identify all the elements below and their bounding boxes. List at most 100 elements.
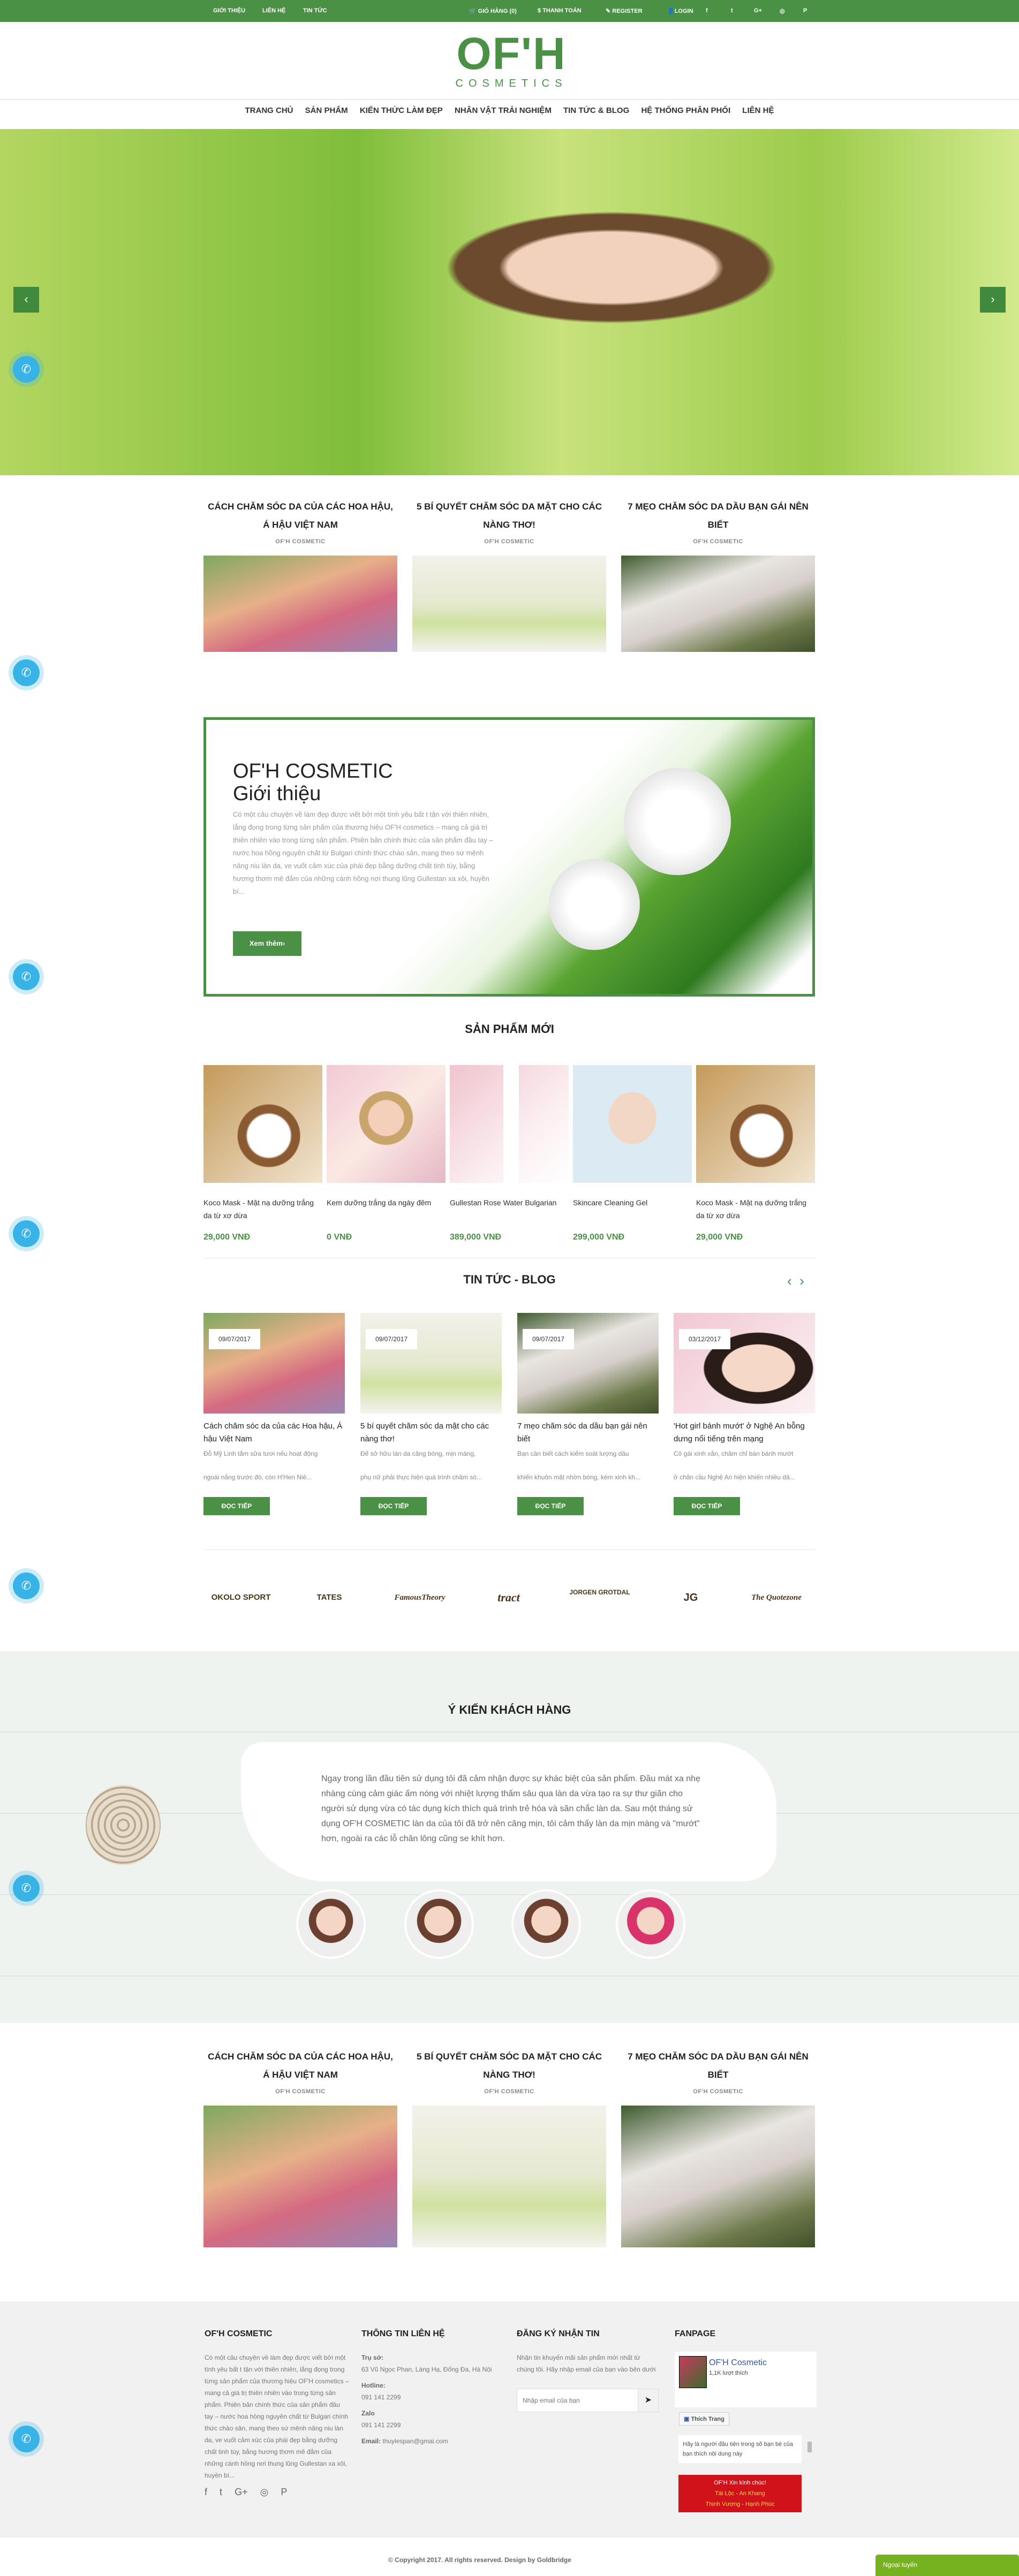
nav-experience[interactable]: NHÂN VẬT TRẢI NGHIỆM [455, 106, 552, 115]
google-plus-icon[interactable]: G+ [235, 2487, 248, 2497]
post-image[interactable] [621, 556, 815, 652]
post-image[interactable] [203, 556, 397, 652]
blog-image[interactable]: 09/07/2017 [203, 1313, 345, 1414]
product-image[interactable] [696, 1065, 815, 1183]
blog-card[interactable]: 09/07/2017 Cách chăm sóc da của các Hoa … [203, 1313, 345, 1515]
copyright: © Copyright 2017. All rights reserved. D… [388, 2556, 571, 2564]
phone-call-button[interactable]: ✆ [13, 2426, 40, 2452]
product-card[interactable]: Skincare Cleaning Gel 299,000 VNĐ [573, 1065, 692, 1242]
product-card[interactable]: Koco Mask - Mặt nạ dưỡng trắng da từ xơ … [696, 1065, 815, 1242]
customer-avatar[interactable] [404, 1889, 474, 1959]
featured-post[interactable]: 5 BÍ QUYẾT CHĂM SÓC DA MẶT CHO CÁC NÀNG … [412, 498, 606, 652]
phone-call-button[interactable]: ✆ [13, 1875, 40, 1902]
top-link-contact[interactable]: LIÊN HỆ [262, 7, 285, 14]
phone-call-button[interactable]: ✆ [13, 1572, 40, 1599]
customer-avatar[interactable] [511, 1889, 581, 1959]
phone-call-button[interactable]: ✆ [13, 356, 40, 383]
slider-prev-button[interactable]: ‹ [13, 287, 39, 313]
brand-logo[interactable]: JG [659, 1579, 723, 1616]
testimonial-card: Ngay trong lần đầu tiên sử dụng tôi đã c… [241, 1742, 776, 1881]
facebook-icon[interactable]: f [205, 2487, 207, 2497]
brand-logo[interactable]: The Quotezone [744, 1579, 809, 1616]
post-image[interactable] [412, 2106, 606, 2247]
top-link-about[interactable]: GIỚI THIỆU [213, 7, 245, 14]
register-link[interactable]: ✎ REGISTER [606, 7, 643, 14]
blog-date: 09/07/2017 [209, 1329, 261, 1349]
hero-slider: ‹ › [0, 129, 1019, 475]
phone-call-button[interactable]: ✆ [13, 1220, 40, 1247]
brand-logo[interactable]: OKOLO SPORT [209, 1579, 273, 1616]
cart-link[interactable]: 🛒 GIỎ HÀNG (0) [469, 7, 517, 14]
product-image[interactable] [327, 1065, 446, 1183]
send-icon[interactable]: ➤ [638, 2389, 658, 2412]
post-image[interactable] [412, 556, 606, 652]
facebook-icon[interactable]: f [706, 7, 708, 14]
blog-card[interactable]: 09/07/2017 7 mẹo chăm sóc da dầu bạn gái… [517, 1313, 659, 1515]
blog-card[interactable]: 03/12/2017 'Hot girl bánh mướt' ở Nghệ A… [674, 1313, 815, 1515]
nav-distribution[interactable]: HỆ THỐNG PHÂN PHỐI [641, 106, 730, 115]
blog-image[interactable]: 03/12/2017 [674, 1313, 815, 1414]
instagram-icon[interactable]: ◎ [260, 2487, 269, 2497]
brand-logo[interactable]: JORGEN GROTDAL [568, 1579, 632, 1616]
top-link-news[interactable]: TIN TỨC [303, 7, 327, 14]
customer-avatar[interactable] [616, 1889, 685, 1959]
blog-next-button[interactable]: › [799, 1273, 804, 1289]
blog-card[interactable]: 09/07/2017 5 bí quyết chăm sóc da mặt ch… [360, 1313, 502, 1515]
blog-title: TIN TỨC - BLOG [463, 1273, 556, 1286]
google-plus-icon[interactable]: G+ [754, 7, 762, 14]
product-image[interactable] [450, 1065, 569, 1183]
brand-logo[interactable]: TATES [297, 1579, 361, 1616]
customer-avatar[interactable] [296, 1889, 366, 1959]
instagram-icon[interactable]: ◎ [780, 7, 785, 14]
scrollbar[interactable] [807, 2442, 812, 2452]
featured-post[interactable]: CÁCH CHĂM SÓC DA CỦA CÁC HOA HẬU, Á HẬU … [203, 2048, 397, 2247]
product-card[interactable]: Kem dưỡng trắng da ngày đêm 0 VNĐ [327, 1065, 446, 1242]
read-more-button[interactable]: ĐỌC TIẾP [360, 1497, 427, 1515]
post-image[interactable] [203, 2106, 397, 2247]
twitter-icon[interactable]: t [731, 7, 733, 14]
slider-next-button[interactable]: › [980, 287, 1006, 313]
blog-image[interactable]: 09/07/2017 [360, 1313, 502, 1414]
nav-products[interactable]: SẢN PHẨM [305, 106, 348, 115]
fanpage-post-banner[interactable]: OF'H Xin kính chúc! Tài Lộc - An Khang Thị… [678, 2475, 802, 2512]
phone-call-button[interactable]: ✆ [13, 963, 40, 990]
footer-fanpage: FANPAGE OF'H Cosmetic 1,1K lượt thích ▣ … [675, 2329, 817, 2512]
pinterest-icon[interactable]: P [803, 7, 807, 14]
featured-post[interactable]: 7 MẸO CHĂM SÓC DA DẦU BẠN GÁI NÊN BIẾT OF… [621, 498, 815, 652]
intro-title: OF'H COSMETIC Giới thiệu [233, 760, 393, 805]
post-image[interactable] [621, 2106, 815, 2247]
featured-post[interactable]: 5 BÍ QUYẾT CHĂM SÓC DA MẶT CHO CÁC NÀNG … [412, 2048, 606, 2247]
brand-logo[interactable]: FamousTheory [388, 1579, 452, 1616]
product-image[interactable] [573, 1065, 692, 1183]
twitter-icon[interactable]: t [220, 2487, 222, 2497]
phone-call-button[interactable]: ✆ [13, 659, 40, 686]
product-card[interactable]: Koco Mask - Mặt nạ dưỡng trắng da từ xơ … [203, 1065, 322, 1242]
email-input[interactable] [517, 2389, 638, 2412]
chat-widget[interactable]: Ngoại tuyến [875, 2555, 1019, 2576]
product-card[interactable]: Gullestan Rose Water Bulgarian 389,000 VN… [450, 1065, 569, 1242]
product-image[interactable] [203, 1065, 322, 1183]
read-more-button[interactable]: ĐỌC TIẾP [517, 1497, 584, 1515]
nav-contact[interactable]: LIÊN HỆ [742, 106, 774, 115]
nav-news-blog[interactable]: TIN TỨC & BLOG [563, 106, 629, 115]
like-page-button[interactable]: ▣ Thích Trang [679, 2412, 729, 2426]
intro-box: OF'H COSMETIC Giới thiệu Có một câu chuyệ… [203, 717, 815, 997]
featured-post[interactable]: 7 MẸO CHĂM SÓC DA DẦU BẠN GÁI NÊN BIẾT OF… [621, 2048, 815, 2247]
checkout-link[interactable]: $ THANH TOÁN [538, 7, 582, 14]
nav-beauty-knowledge[interactable]: KIẾN THỨC LÀM ĐẸP [360, 106, 443, 115]
login-link[interactable]: 👤LOGIN [667, 7, 693, 14]
facebook-widget[interactable]: OF'H Cosmetic 1,1K lượt thích ▣ Thích Tr… [675, 2352, 817, 2512]
featured-post[interactable]: CÁCH CHĂM SÓC DA CỦA CÁC HOA HẬU, Á HẬU … [203, 498, 397, 652]
blog-image[interactable]: 09/07/2017 [517, 1313, 659, 1414]
nav-home[interactable]: TRANG CHỦ [245, 106, 293, 115]
read-more-button[interactable]: ĐỌC TIẾP [674, 1497, 740, 1515]
pinterest-icon[interactable]: P [281, 2487, 287, 2497]
section-divider [203, 1549, 815, 1550]
read-more-button[interactable]: ĐỌC TIẾP [203, 1497, 270, 1515]
brand-logo[interactable]: tract [477, 1579, 541, 1616]
site-logo[interactable]: OF'H COSMETICS [452, 29, 570, 96]
footer-social: f t G+ ◎ P [205, 2487, 349, 2498]
blog-prev-button[interactable]: ‹ [787, 1273, 792, 1289]
facebook-icon: ▣ [684, 2416, 691, 2422]
read-more-button[interactable]: Xem thêm› [233, 931, 301, 956]
